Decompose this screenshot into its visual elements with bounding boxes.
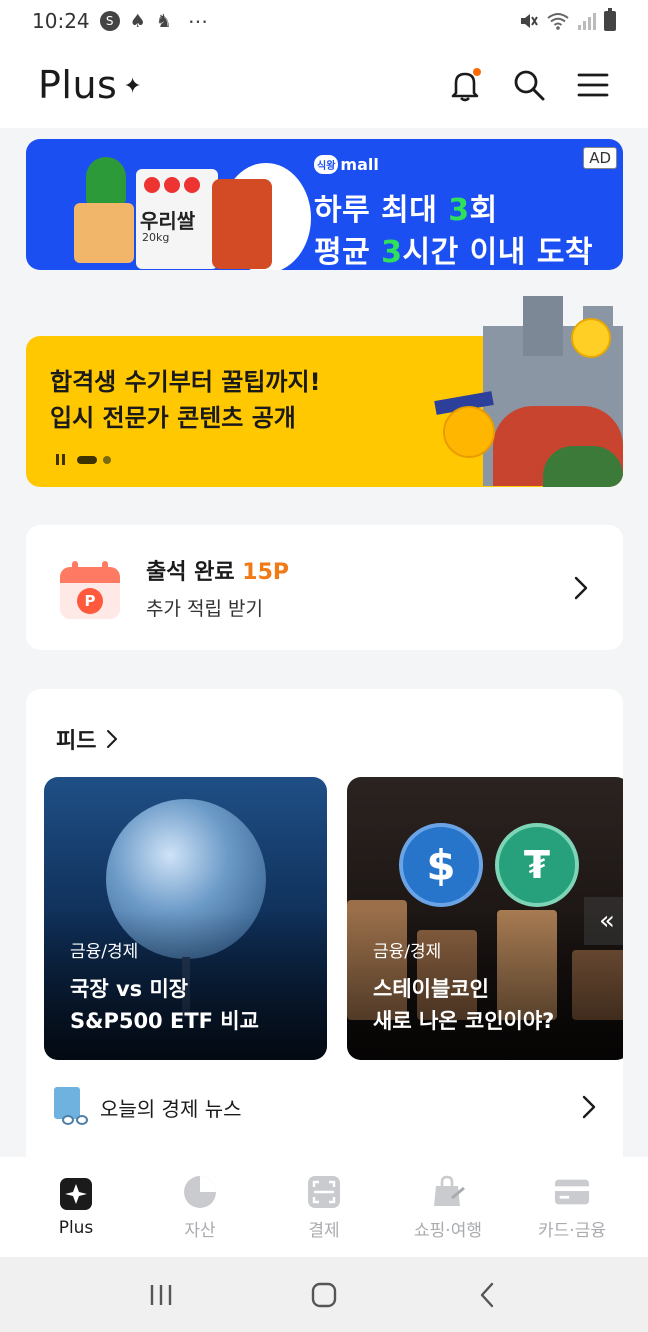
- nav-label: 자산: [184, 1220, 216, 1241]
- signal-icon: [578, 12, 596, 30]
- ad-brand-badge: 식왕: [314, 155, 339, 174]
- tile-category: 금융/경제: [70, 942, 139, 962]
- attendance-text: 출석 완료 15P 추가 적립 받기: [146, 554, 289, 621]
- economy-news-row[interactable]: 오늘의 경제 뉴스: [52, 1087, 597, 1127]
- attendance-subtitle: 추가 적립 받기: [146, 598, 263, 620]
- ad-rice-weight: 20kg: [142, 231, 170, 244]
- tile-title: 국장 vs 미장 S&P500 ETF 비교: [70, 977, 259, 1033]
- credit-card-icon: [554, 1174, 590, 1210]
- attendance-points: 15P: [242, 560, 290, 585]
- chevron-right-icon: [574, 576, 588, 599]
- mute-icon: [521, 14, 538, 28]
- ad-brand: 식왕 mall: [314, 155, 379, 174]
- notification-app-icon: ♠: [129, 10, 146, 32]
- tile-category: 금융/경제: [373, 942, 442, 962]
- shopping-bag-icon: [430, 1174, 466, 1210]
- home-icon: [311, 1282, 337, 1307]
- feed-tiles: 금융/경제 국장 vs 미장 S&P500 ETF 비교 $ ₮ 금융/경제 스…: [44, 777, 623, 1060]
- news-label: 오늘의 경제 뉴스: [100, 1096, 242, 1121]
- nav-item-payment[interactable]: 결제: [266, 1174, 382, 1241]
- usdc-coin-icon: $: [399, 823, 483, 907]
- header-actions: [448, 68, 610, 102]
- nav-label: 쇼핑·여행: [414, 1220, 482, 1241]
- calendar-icon: P: [60, 557, 120, 619]
- usdt-coin-icon: ₮: [495, 823, 579, 907]
- ad-rice-bag-image: 우리쌀 20kg: [136, 169, 218, 269]
- promo-banner[interactable]: 합격생 수기부터 꿀팁까지! 입시 전문가 콘텐츠 공개: [26, 296, 623, 487]
- back-icon: [480, 1282, 493, 1307]
- recent-apps-icon: [151, 1284, 172, 1305]
- promo-title: 합격생 수기부터 꿀팁까지! 입시 전문가 콘텐츠 공개: [50, 364, 321, 436]
- ad-brand-name: mall: [340, 155, 379, 174]
- nav-label: 카드·금융: [538, 1220, 606, 1241]
- attendance-card[interactable]: P 출석 완료 15P 추가 적립 받기: [26, 525, 623, 650]
- hamburger-menu-icon: [577, 73, 609, 97]
- battery-icon: [604, 8, 616, 31]
- search-icon: [514, 70, 545, 101]
- bottom-nav: Plus 자산 결제 쇼핑·여행 카드·금융: [0, 1157, 648, 1257]
- system-navigation-bar: [0, 1257, 648, 1332]
- news-document-icon: [52, 1087, 88, 1127]
- samsung-pay-icon: S: [99, 11, 120, 31]
- feed-tile[interactable]: $ ₮ 금융/경제 스테이블코인 새로 나온 코인이야? «: [347, 777, 623, 1060]
- ad-headline-2: 평균 3시간 이내 도착: [314, 235, 594, 270]
- nav-item-assets[interactable]: 자산: [142, 1174, 258, 1241]
- nav-item-card-finance[interactable]: 카드·금융: [514, 1174, 630, 1241]
- nav-label: Plus: [58, 1218, 94, 1238]
- nav-item-shopping[interactable]: 쇼핑·여행: [390, 1174, 506, 1241]
- sparkle-icon: ✦: [123, 73, 142, 99]
- status-left: 10:24 S ♠ ♞ ⋯: [32, 9, 210, 33]
- tile-title: 스테이블코인 새로 나온 코인이야?: [373, 977, 555, 1033]
- plus-sparkle-icon: [58, 1176, 94, 1212]
- rabbit-app-icon: ♞: [155, 10, 172, 32]
- home-button[interactable]: [304, 1275, 344, 1315]
- brand: Plus ✦: [38, 63, 142, 107]
- mascot-icon: [443, 406, 495, 458]
- notification-dot: [473, 68, 481, 76]
- university-illustration: [413, 296, 623, 487]
- pause-icon[interactable]: [56, 454, 65, 465]
- attendance-title: 출석 완료 15P: [146, 560, 290, 585]
- wifi-icon: [547, 13, 569, 30]
- ad-rice-label: 우리쌀: [140, 209, 196, 233]
- ad-rice-dots: [144, 177, 200, 193]
- ad-green-onion-image: [86, 157, 126, 205]
- thinking-mascot-icon: [571, 318, 611, 358]
- nav-label: 결제: [308, 1220, 340, 1241]
- carousel-controls: [56, 454, 111, 465]
- chevron-right-icon: [582, 1095, 596, 1119]
- carousel-dot-active[interactable]: [77, 455, 97, 464]
- point-coin-icon: P: [77, 587, 103, 614]
- ad-onion-bag-image: [212, 179, 272, 269]
- promo-line-1: 합격생 수기부터 꿀팁까지!: [50, 368, 321, 396]
- more-notifications-icon: ⋯: [187, 9, 210, 33]
- feed-header[interactable]: 피드: [56, 723, 118, 755]
- status-right: [518, 8, 616, 31]
- recent-apps-button[interactable]: [141, 1275, 181, 1315]
- ad-headline-1: 하루 최대 3회: [314, 193, 498, 228]
- ad-banner[interactable]: 우리쌀 20kg 식왕 mall 하루 최대 3회 평균 3시간 이내 도착 A…: [26, 139, 623, 270]
- ad-tag: AD: [583, 147, 617, 169]
- feed-card: 피드 금융/경제 국장 vs 미장 S&P500 ETF 비교 $ ₮ 금융/경…: [26, 689, 623, 1159]
- app-header: Plus ✦: [0, 42, 648, 128]
- chevron-right-icon: [107, 730, 118, 748]
- promo-line-2: 입시 전문가 콘텐츠 공개: [50, 404, 296, 432]
- ad-eggs-image: [74, 203, 134, 263]
- app-title: Plus: [38, 63, 118, 107]
- status-bar: 10:24 S ♠ ♞ ⋯: [0, 0, 648, 42]
- notification-button[interactable]: [448, 68, 482, 102]
- search-button[interactable]: [512, 68, 546, 102]
- pie-chart-icon: [182, 1174, 218, 1210]
- feed-title: 피드: [56, 729, 97, 754]
- nav-item-plus[interactable]: Plus: [18, 1176, 134, 1238]
- carousel-dot[interactable]: [103, 455, 111, 464]
- status-time: 10:24: [32, 9, 90, 33]
- scan-icon: [306, 1174, 342, 1210]
- feed-tile[interactable]: 금융/경제 국장 vs 미장 S&P500 ETF 비교: [44, 777, 327, 1060]
- menu-button[interactable]: [576, 68, 610, 102]
- back-button[interactable]: [467, 1275, 507, 1315]
- scroll-left-button[interactable]: «: [584, 897, 623, 945]
